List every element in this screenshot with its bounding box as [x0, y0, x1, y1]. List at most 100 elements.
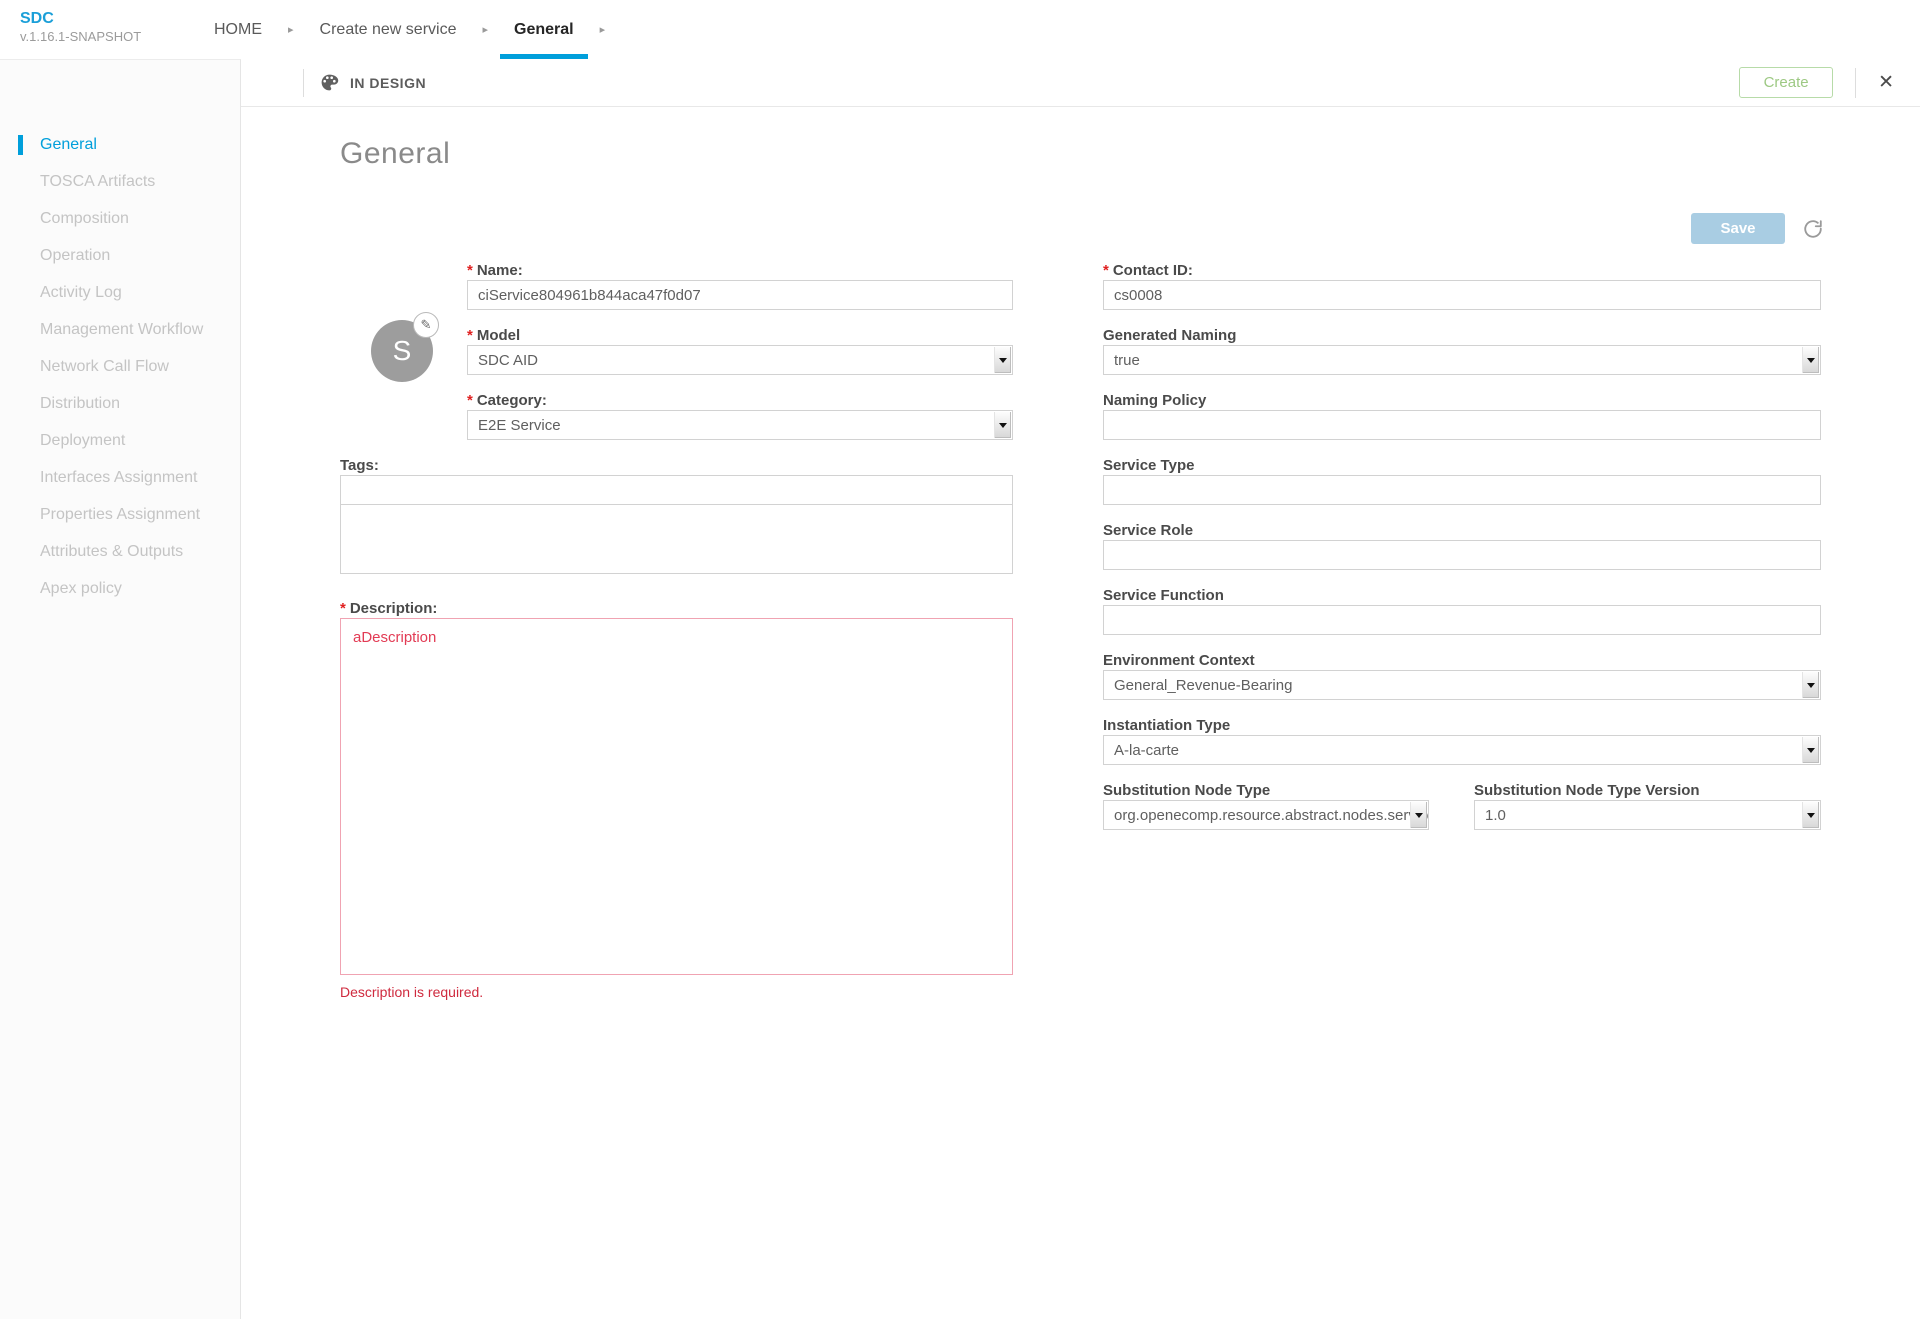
- sidebar-item-distribution[interactable]: Distribution: [0, 385, 240, 422]
- form-right-column: *Contact ID: Generated Naming true Namin…: [1103, 262, 1821, 847]
- app-name: SDC: [20, 9, 141, 29]
- service-type-input[interactable]: [1103, 475, 1821, 505]
- category-label: Category:: [477, 392, 547, 409]
- dropdown-arrow-icon[interactable]: [994, 347, 1011, 373]
- field-service-type: Service Type: [1103, 457, 1821, 505]
- field-model: *Model SDC AID: [467, 327, 1013, 375]
- breadcrumb-caret-icon: ▸: [470, 0, 500, 59]
- header-actions: Create ✕: [1739, 67, 1894, 98]
- app-logo[interactable]: SDC v.1.16.1-SNAPSHOT: [20, 9, 141, 45]
- avatar[interactable]: S ✎: [371, 320, 433, 382]
- status-badge: IN DESIGN: [350, 75, 426, 91]
- contact-id-label: Contact ID:: [1113, 262, 1193, 279]
- service-role-label: Service Role: [1103, 522, 1821, 540]
- field-service-role: Service Role: [1103, 522, 1821, 570]
- substitution-node-type-version-label: Substitution Node Type Version: [1474, 782, 1821, 800]
- category-select[interactable]: E2E Service: [467, 410, 1013, 440]
- sidebar-item-general[interactable]: General: [0, 126, 240, 163]
- field-generated-naming: Generated Naming true: [1103, 327, 1821, 375]
- header-divider: [1855, 68, 1856, 98]
- service-type-label: Service Type: [1103, 457, 1821, 475]
- page: SDC v.1.16.1-SNAPSHOT HOME ▸ Create new …: [0, 0, 1920, 1319]
- sidebar-item-interfaces-assignment[interactable]: Interfaces Assignment: [0, 459, 240, 496]
- field-description: *Description: aDescription Description i…: [340, 600, 1013, 1000]
- refresh-icon[interactable]: [1802, 218, 1824, 240]
- name-input[interactable]: [467, 280, 1013, 310]
- model-label: Model: [477, 327, 520, 344]
- sidebar-item-management-workflow[interactable]: Management Workflow: [0, 311, 240, 348]
- sidebar-item-activity-log[interactable]: Activity Log: [0, 274, 240, 311]
- sidebar-item-network-call-flow[interactable]: Network Call Flow: [0, 348, 240, 385]
- create-button[interactable]: Create: [1739, 67, 1833, 98]
- required-asterisk: *: [467, 327, 473, 344]
- dropdown-arrow-icon[interactable]: [994, 412, 1011, 438]
- substitution-row: Substitution Node Type org.openecomp.res…: [1103, 782, 1821, 847]
- service-function-input[interactable]: [1103, 605, 1821, 635]
- sidebar-item-composition[interactable]: Composition: [0, 200, 240, 237]
- naming-policy-label: Naming Policy: [1103, 392, 1821, 410]
- service-function-label: Service Function: [1103, 587, 1821, 605]
- description-label: Description:: [350, 600, 438, 617]
- breadcrumb: HOME ▸ Create new service ▸ General ▸: [200, 0, 617, 59]
- breadcrumb-caret-icon: ▸: [588, 0, 618, 59]
- field-tags: Tags:: [340, 457, 1013, 574]
- sidebar-item-properties-assignment[interactable]: Properties Assignment: [0, 496, 240, 533]
- instantiation-type-select[interactable]: A-la-carte: [1103, 735, 1821, 765]
- environment-context-label: Environment Context: [1103, 652, 1821, 670]
- field-contact-id: *Contact ID:: [1103, 262, 1821, 310]
- field-environment-context: Environment Context General_Revenue-Bear…: [1103, 652, 1821, 700]
- service-role-input[interactable]: [1103, 540, 1821, 570]
- description-textarea[interactable]: aDescription: [340, 618, 1013, 975]
- field-naming-policy: Naming Policy: [1103, 392, 1821, 440]
- model-select[interactable]: SDC AID: [467, 345, 1013, 375]
- tags-label: Tags:: [340, 457, 1013, 475]
- required-asterisk: *: [1103, 262, 1109, 279]
- dropdown-arrow-icon[interactable]: [1802, 737, 1819, 763]
- dropdown-arrow-icon[interactable]: [1802, 347, 1819, 373]
- generated-naming-select[interactable]: true: [1103, 345, 1821, 375]
- substitution-node-type-select[interactable]: org.openecomp.resource.abstract.nodes.se…: [1103, 800, 1429, 830]
- sidebar-item-deployment[interactable]: Deployment: [0, 422, 240, 459]
- dropdown-arrow-icon[interactable]: [1802, 802, 1819, 828]
- sidebar-item-attributes-outputs[interactable]: Attributes & Outputs: [0, 533, 240, 570]
- sidebar: General TOSCA Artifacts Composition Oper…: [0, 59, 241, 1319]
- field-category: *Category: E2E Service: [467, 392, 1013, 440]
- breadcrumb-home[interactable]: HOME: [200, 0, 276, 59]
- avatar-letter: S: [393, 335, 412, 367]
- instantiation-type-label: Instantiation Type: [1103, 717, 1821, 735]
- name-label: Name:: [477, 262, 523, 279]
- sidebar-item-tosca-artifacts[interactable]: TOSCA Artifacts: [0, 163, 240, 200]
- field-substitution-node-type-version: Substitution Node Type Version 1.0: [1474, 782, 1821, 830]
- generated-naming-label: Generated Naming: [1103, 327, 1821, 345]
- top-bar: SDC v.1.16.1-SNAPSHOT HOME ▸ Create new …: [0, 0, 1920, 59]
- save-button[interactable]: Save: [1691, 213, 1785, 244]
- tags-input[interactable]: [340, 475, 1013, 505]
- field-instantiation-type: Instantiation Type A-la-carte: [1103, 717, 1821, 765]
- sidebar-item-operation[interactable]: Operation: [0, 237, 240, 274]
- dropdown-arrow-icon[interactable]: [1802, 672, 1819, 698]
- form-left-column: S ✎ *Name: *Model SDC AID *Category: E2E…: [340, 262, 1013, 1017]
- description-error: Description is required.: [340, 984, 1013, 1000]
- breadcrumb-caret-icon: ▸: [276, 0, 306, 59]
- close-icon[interactable]: ✕: [1878, 73, 1894, 92]
- active-indicator: [18, 135, 23, 155]
- header-divider: [303, 69, 304, 97]
- workspace-header: IN DESIGN Create ✕: [241, 59, 1920, 107]
- contact-id-input[interactable]: [1103, 280, 1821, 310]
- tags-list-box[interactable]: [340, 505, 1013, 574]
- main-content: General Save S ✎ *Name: *Model SDC AID *…: [242, 107, 1920, 1319]
- dropdown-arrow-icon[interactable]: [1410, 802, 1427, 828]
- sidebar-item-apex-policy[interactable]: Apex policy: [0, 570, 240, 607]
- app-version: v.1.16.1-SNAPSHOT: [20, 29, 141, 45]
- field-service-function: Service Function: [1103, 587, 1821, 635]
- required-asterisk: *: [467, 392, 473, 409]
- substitution-node-type-label: Substitution Node Type: [1103, 782, 1429, 800]
- breadcrumb-general[interactable]: General: [500, 0, 588, 59]
- required-asterisk: *: [467, 262, 473, 279]
- naming-policy-input[interactable]: [1103, 410, 1821, 440]
- substitution-node-type-version-select[interactable]: 1.0: [1474, 800, 1821, 830]
- page-title: General: [340, 137, 450, 171]
- environment-context-select[interactable]: General_Revenue-Bearing: [1103, 670, 1821, 700]
- edit-pencil-icon[interactable]: ✎: [413, 312, 439, 338]
- breadcrumb-create-new-service[interactable]: Create new service: [306, 0, 471, 59]
